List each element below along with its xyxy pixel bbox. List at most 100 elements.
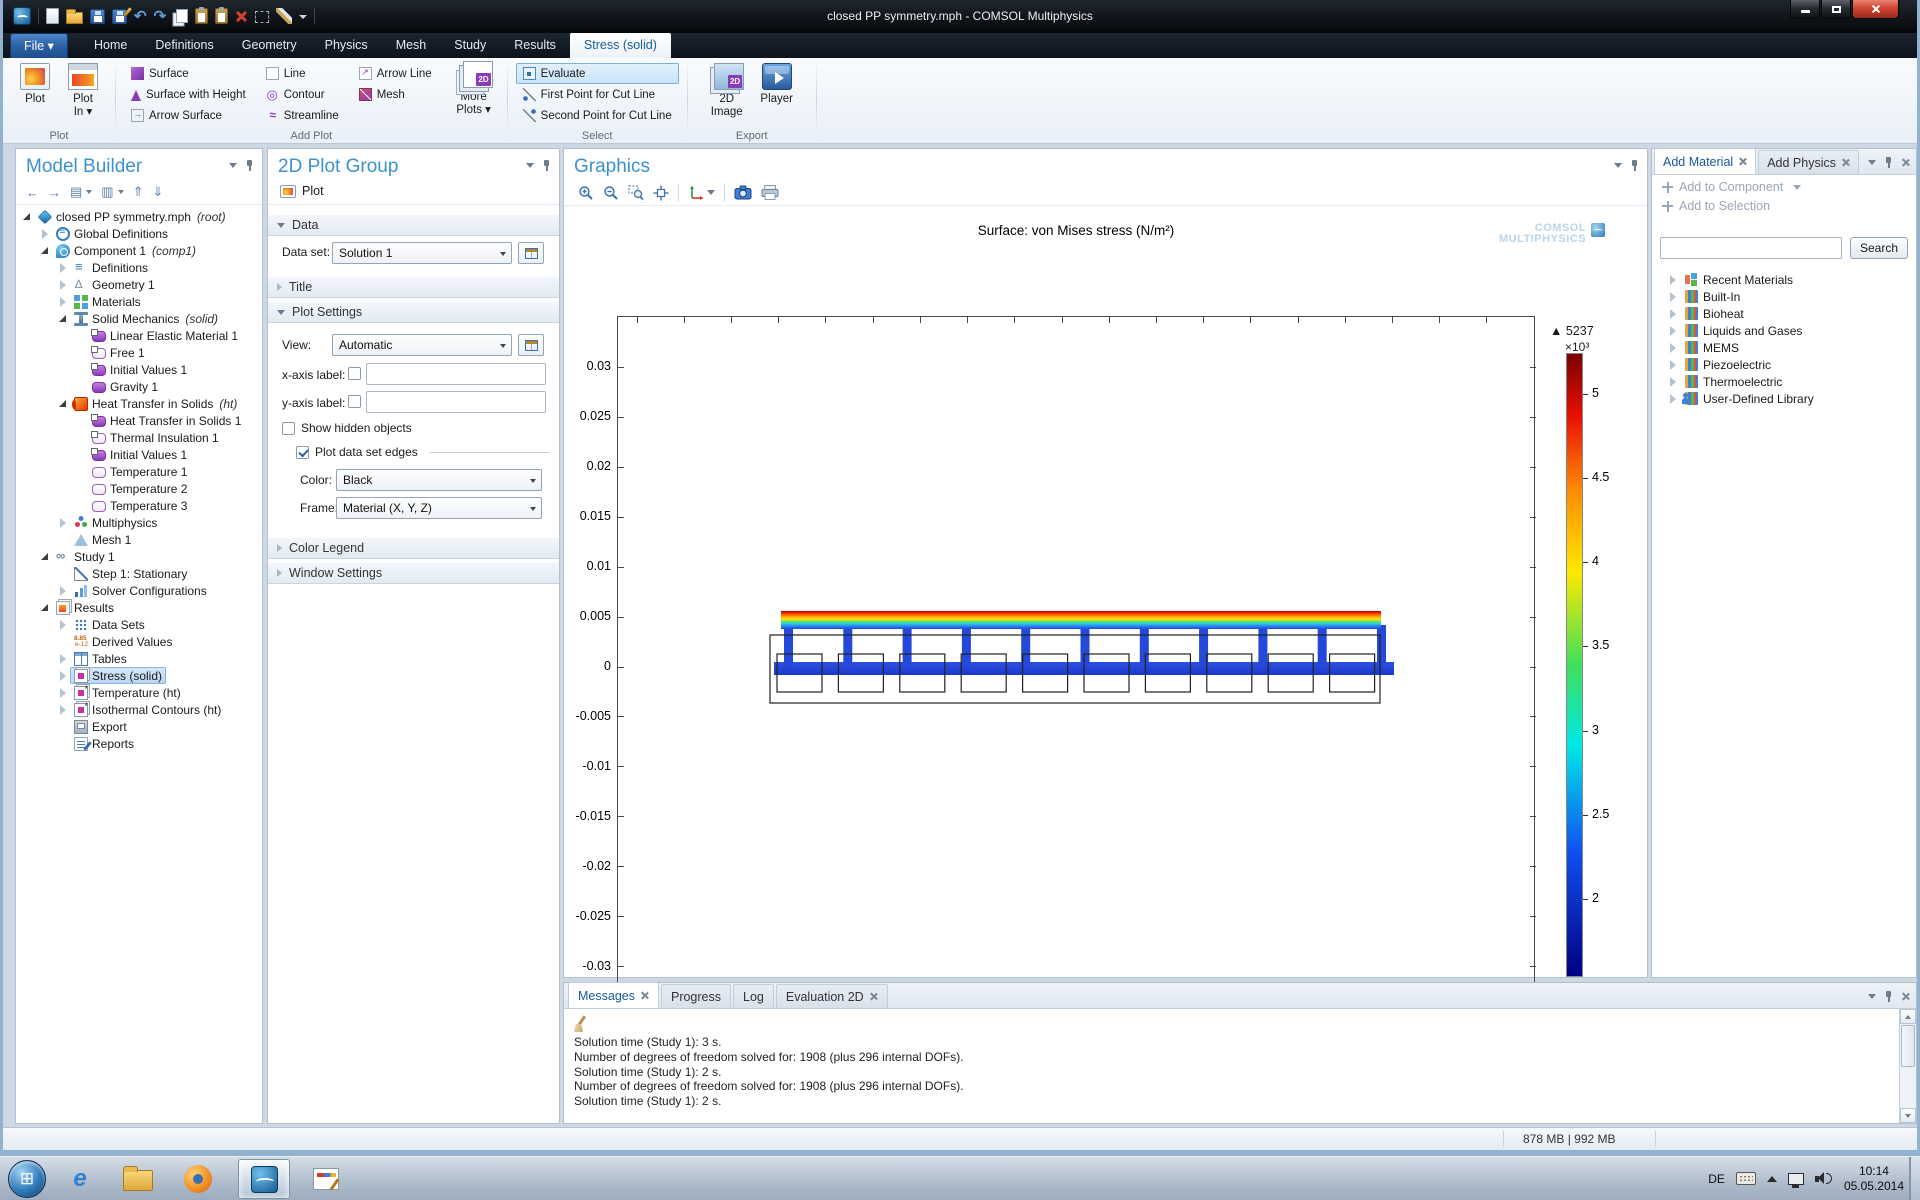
zoom-out-icon[interactable] (603, 185, 619, 201)
tree-item[interactable]: Gravity 1 (16, 378, 262, 395)
edge-color-combo[interactable]: Black (336, 469, 542, 491)
move-down-icon[interactable]: ⇓ (153, 184, 164, 200)
messages-scrollbar[interactable] (1899, 1009, 1916, 1123)
tree-item[interactable]: Initial Values 1 (16, 361, 262, 378)
scrollbar-thumb[interactable] (1901, 1025, 1915, 1067)
tab-log[interactable]: Log (733, 984, 774, 1008)
expand-arrow-icon[interactable] (40, 603, 50, 613)
show-menu-icon[interactable]: ▥ (101, 184, 113, 200)
pin-icon[interactable] (1884, 156, 1893, 169)
tab-messages[interactable]: Messages (568, 982, 659, 1008)
frame-combo[interactable]: Material (X, Y, Z) (336, 497, 542, 519)
streamline-button[interactable]: ≈Streamline (259, 105, 346, 126)
mesh-plot-button[interactable]: Mesh (352, 84, 439, 105)
line-button[interactable]: Line (259, 63, 346, 84)
tree-item[interactable]: Heat Transfer in Solids 1 (16, 412, 262, 429)
tree-item[interactable]: Study 1 (16, 548, 262, 565)
plot-in-button[interactable]: Plot In ▾ (59, 61, 107, 119)
tree-item[interactable]: Temperature 1 (16, 463, 262, 480)
start-button[interactable]: ⊞ (8, 1160, 46, 1198)
expand-arrow-icon[interactable] (22, 212, 32, 222)
expand-arrow-icon[interactable] (40, 552, 50, 562)
show-desktop-button[interactable] (1909, 1157, 1920, 1200)
close-panel-icon[interactable] (1901, 158, 1910, 167)
tree-item[interactable]: Geometry 1 (16, 276, 262, 293)
close-tab-icon[interactable] (869, 992, 878, 1001)
search-button[interactable]: Search (1850, 237, 1908, 259)
close-tab-icon[interactable] (640, 991, 649, 1000)
volume-icon[interactable] (1815, 1172, 1833, 1185)
contour-button[interactable]: ◎Contour (259, 84, 346, 105)
minimize-button[interactable] (1790, 0, 1820, 19)
tree-item[interactable]: Export (16, 718, 262, 735)
clear-brush-icon[interactable] (276, 8, 292, 24)
expand-arrow-icon[interactable] (1668, 394, 1678, 404)
material-library-item[interactable]: MEMS (1656, 339, 1912, 356)
ribbon-tab-physics[interactable]: Physics (311, 33, 382, 58)
close-tab-icon[interactable] (1738, 157, 1747, 166)
tree-item[interactable]: Step 1: Stationary (16, 565, 262, 582)
view-button[interactable] (518, 334, 544, 356)
expand-arrow-icon[interactable] (1668, 292, 1678, 302)
expand-arrow-icon[interactable] (58, 620, 68, 630)
tab-add-material[interactable]: Add Material (1654, 148, 1756, 174)
select-box-icon[interactable] (255, 11, 269, 23)
show-hidden-checkbox[interactable] (282, 422, 295, 435)
save-icon[interactable] (90, 9, 105, 24)
undo-icon[interactable]: ↶ (134, 9, 147, 24)
material-library-item[interactable]: User-Defined Library (1656, 390, 1912, 407)
data-set-table-button[interactable] (518, 242, 544, 264)
expand-arrow-icon[interactable] (58, 688, 68, 698)
tree-item[interactable]: Derived Values (16, 633, 262, 650)
evaluate-button[interactable]: Evaluate (516, 63, 679, 84)
tree-item[interactable]: Component 1(comp1) (16, 242, 262, 259)
close-tab-icon[interactable] (1841, 158, 1850, 167)
show-hidden-icons-icon[interactable] (1767, 1176, 1777, 1182)
expand-arrow-icon[interactable] (1668, 275, 1678, 285)
tree-item[interactable]: Linear Elastic Material 1 (16, 327, 262, 344)
pin-icon[interactable] (542, 159, 551, 172)
scroll-down-icon[interactable] (1900, 1108, 1916, 1123)
redo-icon[interactable]: ↷ (154, 9, 167, 24)
tree-item[interactable]: Multiphysics (16, 514, 262, 531)
panel-menu-icon[interactable] (229, 163, 237, 168)
tree-item[interactable]: Reports (16, 735, 262, 752)
material-library-item[interactable]: Thermoelectric (1656, 373, 1912, 390)
new-file-icon[interactable] (46, 8, 59, 24)
y-axis-label-input[interactable] (366, 391, 546, 413)
scroll-up-icon[interactable] (1900, 1009, 1916, 1024)
x-axis-label-input[interactable] (366, 363, 546, 385)
tree-item[interactable]: Isothermal Contours (ht) (16, 701, 262, 718)
tree-item[interactable]: Data Sets (16, 616, 262, 633)
taskbar-windows-explorer[interactable] (116, 1159, 160, 1199)
second-point-cut-line-button[interactable]: Second Point for Cut Line (516, 105, 679, 126)
add-to-component-button[interactable]: Add to Component (1652, 175, 1916, 194)
ribbon-tab-study[interactable]: Study (440, 33, 500, 58)
ribbon-tab-definitions[interactable]: Definitions (141, 33, 227, 58)
add-to-selection-button[interactable]: Add to Selection (1652, 194, 1916, 213)
expand-arrow-icon[interactable] (1668, 326, 1678, 336)
network-icon[interactable] (1788, 1173, 1804, 1185)
tree-item[interactable]: Heat Transfer in Solids(ht) (16, 395, 262, 412)
clock[interactable]: 10:14 05.05.2014 (1844, 1164, 1904, 1194)
player-button[interactable]: Player (752, 61, 802, 106)
expand-arrow-icon[interactable] (1668, 360, 1678, 370)
tree-item[interactable]: Temperature 3 (16, 497, 262, 514)
expand-arrow-icon[interactable] (58, 280, 68, 290)
panel-menu-icon[interactable] (1868, 160, 1876, 165)
panel-menu-icon[interactable] (526, 163, 534, 168)
2d-image-button[interactable]: 2D Image (702, 61, 752, 119)
close-button[interactable] (1852, 0, 1899, 19)
move-up-icon[interactable]: ⇑ (133, 184, 144, 200)
section-color-legend[interactable]: Color Legend (268, 537, 559, 559)
customize-toolbar-dropdown-icon[interactable] (299, 15, 307, 19)
plot-region[interactable]: Surface: von Mises stress (N/m²) COMSOL … (564, 215, 1647, 977)
tree-item[interactable]: Temperature 2 (16, 480, 262, 497)
expand-arrow-icon[interactable] (58, 705, 68, 715)
tree-item[interactable]: Materials (16, 293, 262, 310)
tree-item[interactable]: Solver Configurations (16, 582, 262, 599)
expand-arrow-icon[interactable] (58, 263, 68, 273)
tree-item[interactable]: Stress (solid) (16, 667, 262, 684)
tree-item[interactable]: Tables (16, 650, 262, 667)
close-panel-icon[interactable] (1901, 992, 1910, 1001)
